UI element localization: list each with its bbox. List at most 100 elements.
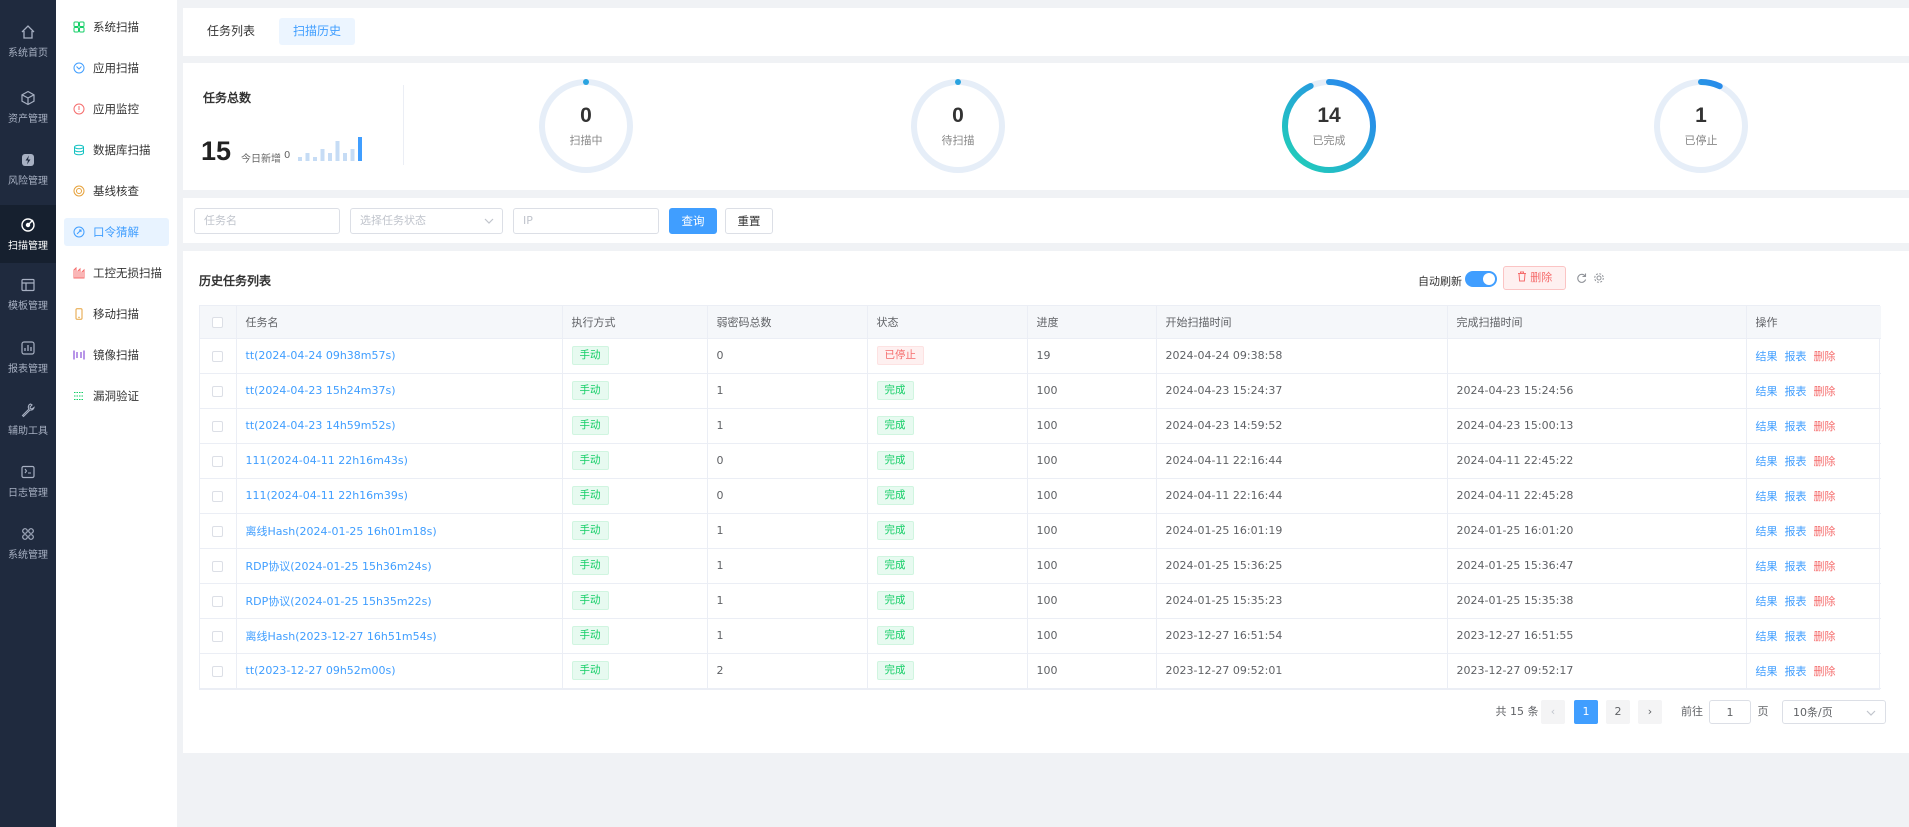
page-size-select[interactable]: 10条/页 (1782, 700, 1886, 724)
row-checkbox[interactable] (212, 630, 224, 642)
report-link[interactable]: 报表 (1785, 595, 1807, 608)
col-mode: 执行方式 (562, 306, 708, 339)
nav-item-template[interactable]: 模板管理 (0, 265, 56, 323)
ip-input[interactable]: IP (513, 208, 659, 234)
result-link[interactable]: 结果 (1756, 560, 1778, 573)
page-unit-label: 页 (1757, 705, 1769, 718)
settings-grid-icon (22, 527, 34, 540)
divider (403, 85, 404, 165)
row-checkbox[interactable] (212, 455, 224, 467)
sub-nav-item-mirror[interactable]: 镜像扫描 (64, 341, 169, 369)
row-select-cell (200, 338, 237, 374)
nav-item-home[interactable]: 系统首页 (0, 12, 56, 70)
select-all-checkbox[interactable] (212, 316, 224, 328)
report-link[interactable]: 报表 (1785, 420, 1807, 433)
sparkline-bar (305, 153, 310, 161)
row-checkbox[interactable] (212, 525, 224, 537)
delete-link[interactable]: 删除 (1814, 350, 1836, 363)
result-link[interactable]: 结果 (1756, 665, 1778, 678)
task-name-link[interactable]: tt(2024-04-23 14h59m52s) (246, 419, 396, 432)
sub-nav-item-monitor[interactable]: 应用监控 (64, 95, 169, 123)
report-link[interactable]: 报表 (1785, 385, 1807, 398)
sub-nav-item-mobile[interactable]: 移动扫描 (64, 300, 169, 328)
report-link[interactable]: 报表 (1785, 525, 1807, 538)
page-2-button[interactable]: 2 (1606, 700, 1630, 724)
row-checkbox[interactable] (212, 665, 224, 677)
auto-refresh-toggle[interactable] (1465, 271, 1497, 287)
delete-link[interactable]: 删除 (1814, 385, 1836, 398)
result-link[interactable]: 结果 (1756, 420, 1778, 433)
report-link[interactable]: 报表 (1785, 350, 1807, 363)
goto-page-input[interactable]: 1 (1709, 700, 1751, 724)
task-name-link[interactable]: RDP协议(2024-01-25 15h36m24s) (246, 560, 432, 573)
delete-link[interactable]: 删除 (1814, 665, 1836, 678)
task-name-link[interactable]: tt(2024-04-23 15h24m37s) (246, 384, 396, 397)
task-name-link[interactable]: tt(2023-12-27 09h52m00s) (246, 664, 396, 677)
table-row: 离线Hash(2024-01-25 16h01m18s) 手动 1 完成 100 2024… (200, 513, 1881, 549)
row-checkbox[interactable] (212, 490, 224, 502)
task-name-input[interactable]: 任务名 (194, 208, 340, 234)
report-link[interactable]: 报表 (1785, 490, 1807, 503)
delete-link[interactable]: 删除 (1814, 630, 1836, 643)
delete-link[interactable]: 删除 (1814, 560, 1836, 573)
nav-item-wrench[interactable]: 辅助工具 (0, 390, 56, 448)
row-select-cell (200, 478, 237, 514)
sub-nav-item-verify[interactable]: 漏洞验证 (64, 382, 169, 410)
delete-link[interactable]: 删除 (1814, 490, 1836, 503)
result-link[interactable]: 结果 (1756, 595, 1778, 608)
sub-nav-item-database[interactable]: 数据库扫描 (64, 136, 169, 164)
prev-page-button[interactable]: ‹ (1541, 700, 1565, 724)
sub-nav-item-system-scan[interactable]: 系统扫描 (64, 13, 169, 41)
nav-item-lightning[interactable]: 风险管理 (0, 140, 56, 198)
report-link[interactable]: 报表 (1785, 560, 1807, 573)
batch-delete-button[interactable]: 删除 (1503, 266, 1566, 290)
sparkline-bar (298, 157, 302, 161)
task-name-link[interactable]: 111(2024-04-11 22h16m39s) (246, 489, 408, 502)
delete-link[interactable]: 删除 (1814, 595, 1836, 608)
row-checkbox[interactable] (212, 385, 224, 397)
task-name-link[interactable]: 111(2024-04-11 22h16m43s) (246, 454, 408, 467)
result-link[interactable]: 结果 (1756, 455, 1778, 468)
gear-icon[interactable] (1593, 272, 1605, 284)
delete-link[interactable]: 删除 (1814, 455, 1836, 468)
page-1-button[interactable]: 1 (1574, 700, 1598, 724)
nav-item-asset[interactable]: 资产管理 (0, 78, 56, 136)
report-link[interactable]: 报表 (1785, 665, 1807, 678)
result-link[interactable]: 结果 (1756, 385, 1778, 398)
nav-item-settings-grid[interactable]: 系统管理 (0, 514, 56, 572)
sub-nav-item-baseline[interactable]: 基线核查 (64, 177, 169, 205)
row-checkbox[interactable] (212, 560, 224, 572)
result-link[interactable]: 结果 (1756, 490, 1778, 503)
sub-nav-item-industrial[interactable]: 工控无损扫描 (64, 259, 169, 287)
delete-link[interactable]: 删除 (1814, 420, 1836, 433)
result-link[interactable]: 结果 (1756, 525, 1778, 538)
result-link[interactable]: 结果 (1756, 630, 1778, 643)
mirror-icon (73, 349, 85, 361)
task-name-link[interactable]: tt(2024-04-24 09h38m57s) (246, 349, 396, 362)
status-select[interactable]: 选择任务状态 (350, 208, 503, 234)
next-page-button[interactable]: › (1638, 700, 1662, 724)
sub-nav-item-password[interactable]: 口令猜解 (64, 218, 169, 246)
result-link[interactable]: 结果 (1756, 350, 1778, 363)
nav-item-log[interactable]: 日志管理 (0, 452, 56, 510)
refresh-icon[interactable] (1576, 273, 1587, 284)
report-link[interactable]: 报表 (1785, 455, 1807, 468)
nav-item-chart[interactable]: 报表管理 (0, 328, 56, 386)
row-checkbox[interactable] (212, 420, 224, 432)
chevron-down-icon (1866, 710, 1876, 716)
reset-button[interactable]: 重置 (725, 208, 773, 234)
row-checkbox[interactable] (212, 350, 224, 362)
nav-item-scan[interactable]: 扫描管理 (0, 205, 56, 263)
task-name-link[interactable]: 离线Hash(2023-12-27 16h51m54s) (246, 630, 437, 643)
delete-link[interactable]: 删除 (1814, 525, 1836, 538)
scan-icon (21, 217, 35, 232)
sub-nav-item-app-scan[interactable]: 应用扫描 (64, 54, 169, 82)
query-button[interactable]: 查询 (669, 208, 717, 234)
tab-task-list[interactable]: 任务列表 (193, 18, 269, 45)
tab-scan-history[interactable]: 扫描历史 (279, 18, 356, 45)
report-link[interactable]: 报表 (1785, 630, 1807, 643)
task-name-link[interactable]: RDP协议(2024-01-25 15h35m22s) (246, 595, 432, 608)
row-select-cell (200, 408, 237, 444)
row-checkbox[interactable] (212, 595, 224, 607)
task-name-link[interactable]: 离线Hash(2024-01-25 16h01m18s) (246, 525, 437, 538)
